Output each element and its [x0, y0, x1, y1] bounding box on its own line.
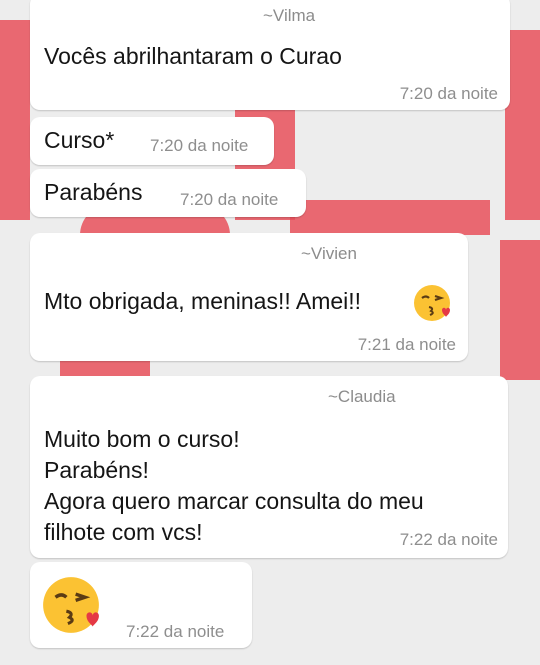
wallpaper-shape [290, 200, 490, 235]
message-time: 7:20 da noite [150, 136, 249, 155]
wallpaper-shape [0, 20, 30, 220]
message-text: Mto obrigada, meninas!! Amei!! [44, 288, 362, 314]
sender-name[interactable]: ~Vivien [301, 244, 357, 264]
message-bubble[interactable]: Parabéns 7:20 da noite [30, 169, 306, 217]
message-bubble[interactable]: ~Vilma Vocês abrilhantaram o Curao 7:20 … [30, 0, 510, 110]
message-time: 7:22 da noite [126, 622, 225, 641]
message-line: Agora quero marcar consulta do meu [44, 488, 424, 514]
message-bubble[interactable]: ~Vivien Mto obrigada, meninas!! Amei!! 7… [30, 233, 468, 361]
kissing-face-emoji [43, 577, 99, 633]
message-time: 7:22 da noite [399, 530, 498, 549]
wallpaper-shape [505, 30, 540, 220]
wallpaper-shape [500, 240, 540, 380]
message-time: 7:21 da noite [357, 335, 456, 354]
kissing-face-emoji [414, 285, 450, 321]
message-line: filhote com vcs! [44, 519, 203, 545]
message-bubble[interactable]: ~Claudia Muito bom o curso! Parabéns! Ag… [30, 376, 508, 558]
sender-name[interactable]: ~Vilma [263, 6, 315, 26]
message-line: Muito bom o curso! [44, 426, 240, 452]
message-line: Parabéns! [44, 457, 149, 483]
message-text: Vocês abrilhantaram o Curao [44, 43, 342, 69]
message-bubble[interactable]: Curso* 7:20 da noite [30, 117, 274, 165]
message-text: Parabéns [44, 179, 143, 205]
message-text: Curso* [44, 127, 115, 153]
message-bubble[interactable]: 7:22 da noite [30, 562, 252, 648]
message-time: 7:20 da noite [399, 84, 498, 103]
sender-name[interactable]: ~Claudia [328, 387, 396, 407]
message-time: 7:20 da noite [180, 190, 279, 209]
